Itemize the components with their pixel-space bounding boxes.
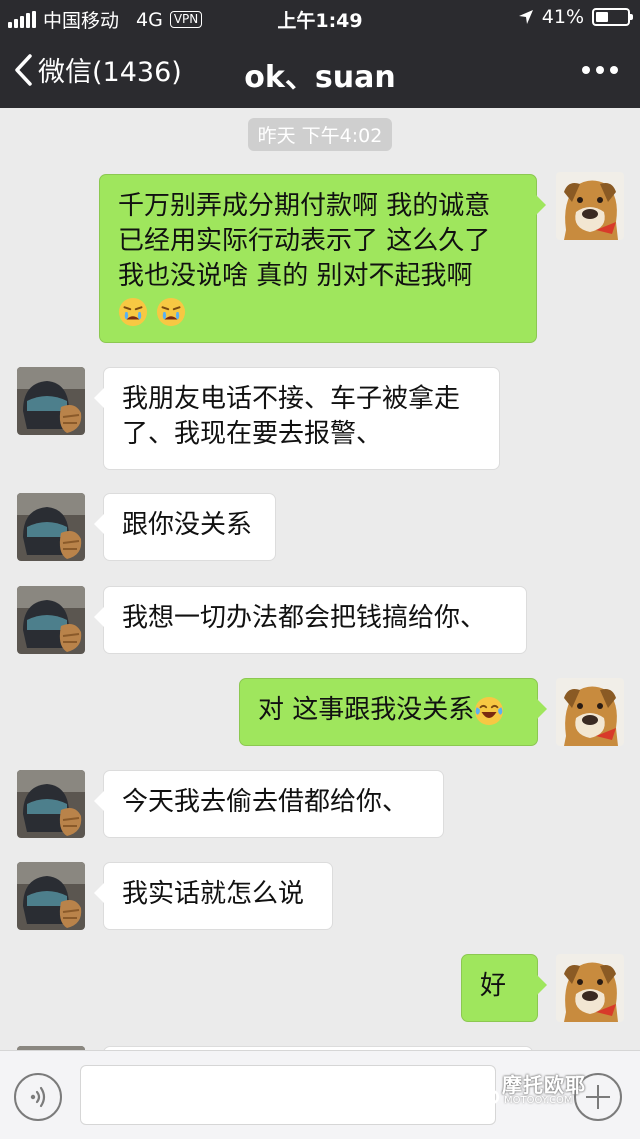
chat-header: 微信(1436) ok、suan — [0, 36, 640, 108]
message-list[interactable]: 昨天 下午4:02 千万别弄成分期付款啊 我的诚意 已经用实际行动表示了 这么久… — [0, 108, 640, 1050]
message-text-line: 我实话就怎么说 — [122, 879, 305, 909]
battery-percent: 41% — [541, 6, 584, 28]
message-text-line: 跟你没关系 — [122, 510, 253, 540]
my-avatar[interactable] — [556, 954, 624, 1022]
chevron-left-icon — [15, 53, 32, 86]
more-functions-plus-button[interactable] — [574, 1073, 622, 1121]
crying-angry-emoji-icon — [156, 297, 186, 327]
tears-of-joy-emoji-icon — [474, 696, 504, 726]
message-text-line: 好 — [480, 971, 507, 1001]
message-bubble-outgoing[interactable]: 千万别弄成分期付款啊 我的诚意 已经用实际行动表示了 这么久了 我也没说啥 真的… — [99, 174, 546, 343]
input-bar: 摩托欧耶 MOTOOY.COM — [0, 1050, 640, 1139]
back-button[interactable]: 微信(1436) — [14, 50, 182, 89]
battery-icon — [592, 8, 633, 26]
message-text-line: 我朋友电话不接、车子被拿走 — [122, 384, 461, 414]
back-label: 微信(1436) — [38, 57, 182, 88]
status-bar: 中国移动 4G VPN 上午1:49 41% — [0, 0, 640, 36]
message-bubble-incoming[interactable]: 跟你没关系 — [94, 493, 276, 561]
timestamp-row: 昨天 下午4:02 — [0, 118, 640, 151]
message-bubble-incoming[interactable]: 我想一切办法都会把钱搞给你、 — [94, 586, 527, 654]
message-text-line: 了、我现在要去报警、 — [122, 419, 383, 449]
more-options-icon[interactable] — [582, 56, 618, 84]
my-avatar[interactable] — [556, 678, 624, 746]
message-bubble-incoming[interactable]: 我朋友电话不接、车子被拿走 了、我现在要去报警、 — [94, 367, 500, 470]
contact-avatar[interactable] — [17, 770, 85, 838]
message-text-line: 千万别弄成分期付款啊 我的诚意 — [118, 191, 491, 221]
message-bubble-outgoing[interactable]: 对 这事跟我没关系 — [239, 678, 547, 746]
watermark-url: MOTOOY.COM — [504, 1095, 573, 1106]
location-arrow-icon — [518, 10, 533, 24]
message-input[interactable] — [80, 1065, 496, 1125]
my-avatar[interactable] — [556, 172, 624, 240]
message-text-line: 已经用实际行动表示了 这么久了 — [118, 226, 491, 256]
message-bubble-incoming[interactable]: 今天我去偷去借都给你、 — [94, 770, 444, 838]
message-bubble-incoming[interactable]: 我实话就怎么说 — [94, 862, 333, 930]
message-text-line: 我想一切办法都会把钱搞给你、 — [122, 603, 487, 633]
contact-avatar[interactable] — [17, 586, 85, 654]
timestamp: 昨天 下午4:02 — [247, 118, 393, 151]
contact-avatar[interactable] — [17, 862, 85, 930]
crying-angry-emoji-icon — [118, 297, 148, 327]
contact-avatar[interactable] — [17, 367, 85, 435]
message-text-line: 对 这事跟我没关系 — [258, 695, 475, 725]
message-bubble-outgoing[interactable]: 好 — [461, 954, 547, 1022]
voice-icon — [30, 1086, 46, 1108]
message-text-line: 今天我去偷去借都给你、 — [122, 787, 409, 817]
voice-input-button[interactable] — [14, 1073, 62, 1121]
contact-avatar[interactable] — [17, 493, 85, 561]
message-text-line: 我也没说啥 真的 别对不起我啊 — [118, 261, 473, 291]
